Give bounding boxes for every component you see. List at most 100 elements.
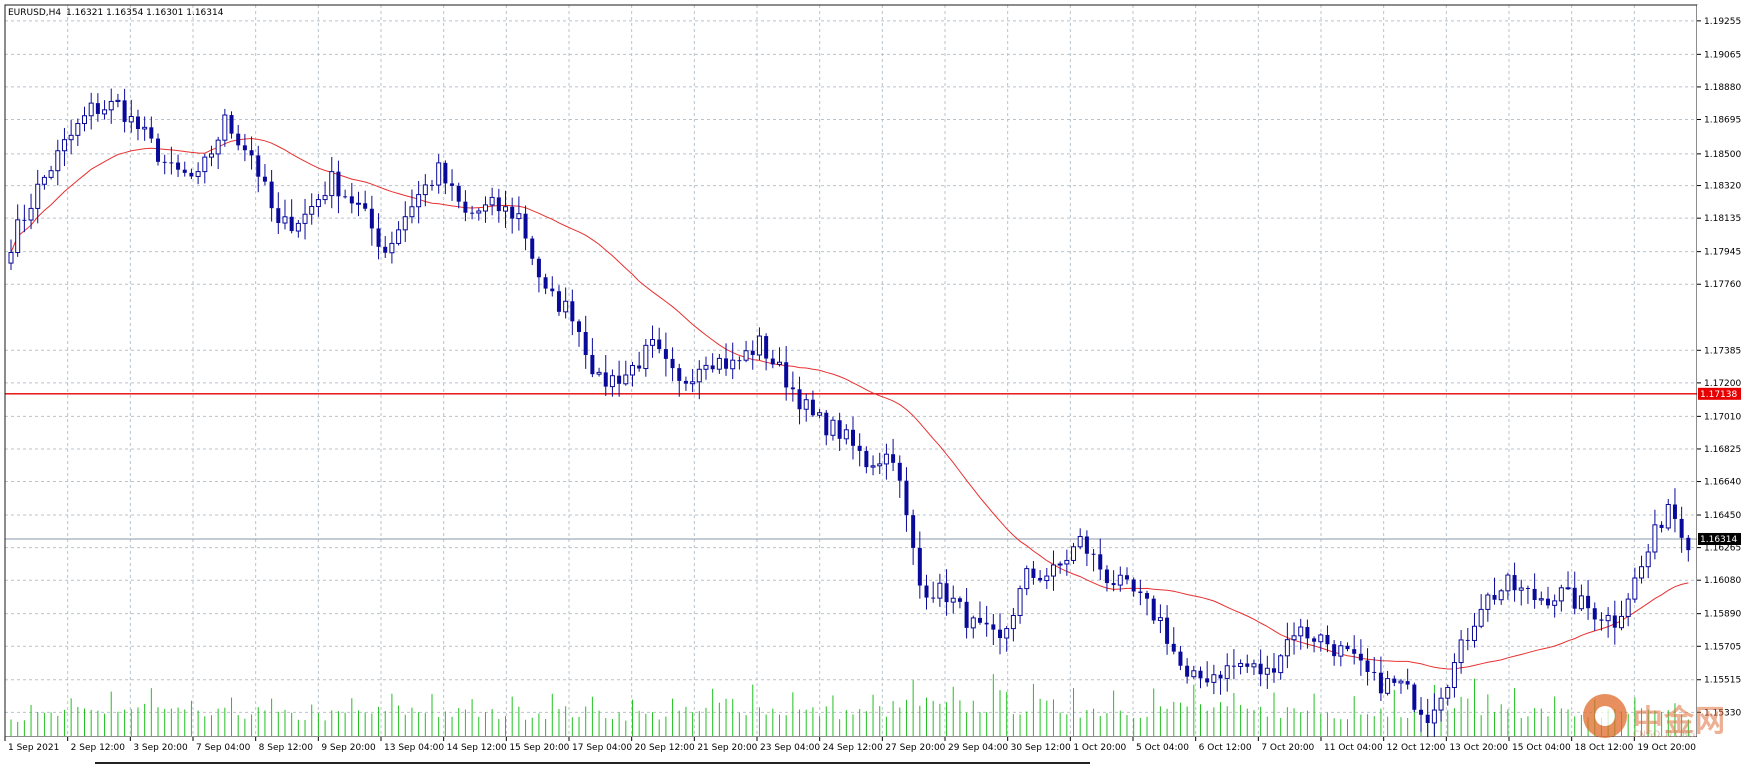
price-tick-label: 1.18320 [1704, 182, 1741, 192]
candle-body-down [1198, 670, 1203, 679]
price-chart[interactable]: 1.19255 1.19065 1.18880 1.18695 1.18500 1.183… [0, 0, 1741, 765]
candle-body-down [450, 183, 455, 186]
candle-body-down [911, 515, 916, 548]
candle-body-down [1352, 649, 1357, 654]
price-tick-label: 1.17945 [1704, 248, 1741, 258]
candle-body-down [917, 547, 922, 586]
candle-body-down [977, 617, 982, 623]
candle-body-up [35, 183, 41, 209]
candle-body-up [1291, 635, 1297, 641]
time-tick-label: 1 Oct 20:00 [1073, 743, 1126, 753]
candle-body-down [984, 622, 989, 625]
candle-body-down [1165, 617, 1170, 644]
candle-body-down [617, 375, 622, 384]
candle-body-down [750, 350, 755, 355]
time-tick-label: 20 Sep 12:00 [635, 743, 695, 753]
price-tick-label: 1.17010 [1704, 412, 1741, 422]
candle-body-up [1618, 615, 1624, 629]
current-price-tag: 1.16314 [1698, 532, 1741, 545]
candle-body-up [88, 102, 94, 117]
candle-body-up [756, 335, 762, 356]
time-tick-label: 23 Sep 04:00 [760, 743, 820, 753]
candle-body-down [998, 629, 1003, 639]
candle-body-down [797, 389, 802, 410]
candle-body-down [944, 583, 949, 603]
candle-body-up [776, 361, 782, 365]
candle-body-down [276, 208, 281, 224]
price-tick-label: 1.17200 [1704, 379, 1741, 389]
chart-window[interactable]: 1.19255 1.19065 1.18880 1.18695 1.18500 1.183… [0, 0, 1741, 765]
time-tick-label: 7 Sep 04:00 [196, 743, 251, 753]
time-tick-label: 15 Sep 20:00 [509, 743, 569, 753]
price-tick-label: 1.18695 [1704, 116, 1741, 126]
candle-body-down [637, 365, 642, 369]
candle-body-up [1498, 590, 1504, 601]
candle-body-down [663, 349, 668, 359]
candle-body-up [1478, 608, 1484, 627]
candle-body-up [55, 150, 61, 172]
price-tick-label: 1.19065 [1704, 50, 1741, 60]
candle-body-down [470, 212, 475, 214]
candle-body-up [482, 204, 488, 212]
candle-body-down [1365, 660, 1370, 672]
candle-body-up [1639, 566, 1645, 579]
candle-body-up [623, 374, 629, 385]
time-tick-label: 9 Sep 20:00 [321, 743, 376, 753]
candle-body-down [363, 203, 368, 209]
candle-body-up [1024, 568, 1030, 590]
candle-body-up [1264, 667, 1270, 675]
price-tick-label: 1.16825 [1704, 445, 1741, 455]
candle-body-up [1117, 574, 1123, 586]
candle-body-up [1605, 614, 1611, 622]
candle-body-down [1378, 672, 1383, 694]
candle-body-down [443, 162, 448, 184]
candle-body-up [1057, 563, 1063, 566]
time-tick-label: 14 Sep 12:00 [447, 743, 507, 753]
time-tick-label: 24 Sep 12:00 [823, 743, 883, 753]
time-tick-label: 5 Oct 04:00 [1136, 743, 1189, 753]
candle-body-down [1512, 575, 1517, 591]
candle-body-up [1565, 587, 1571, 590]
time-tick-label: 1 Sep 2021 [8, 743, 59, 753]
candle-body-down [22, 219, 27, 221]
candle-body-up [48, 170, 54, 178]
time-tick-label: 3 Sep 20:00 [133, 743, 188, 753]
candle-body-down [336, 171, 341, 197]
candle-body-down [1038, 577, 1043, 581]
candle-body-up [563, 300, 569, 313]
candle-body-down [1372, 671, 1377, 673]
candle-body-up [409, 206, 415, 218]
candle-body-up [222, 114, 228, 141]
candle-body-up [389, 242, 395, 254]
candle-body-up [730, 359, 736, 370]
candle-body-down [156, 138, 161, 162]
candle-body-down [1084, 536, 1089, 554]
candle-body-down [891, 454, 896, 463]
candle-body-up [295, 222, 301, 232]
candle-body-down [924, 585, 929, 598]
candle-body-down [1659, 524, 1664, 528]
candle-body-down [236, 133, 241, 146]
candle-body-up [202, 156, 208, 173]
candle-body-down [683, 380, 688, 384]
price-axis[interactable]: 1.19255 1.19065 1.18880 1.18695 1.18500 1.183… [1697, 5, 1741, 750]
candle-body-up [1251, 663, 1257, 668]
candle-body-up [1538, 598, 1544, 601]
candle-body-up [1077, 535, 1083, 548]
candle-body-down [1245, 663, 1250, 667]
candle-body-down [1419, 709, 1424, 715]
time-axis[interactable]: 1 Sep 2021 2 Sep 12:00 3 Sep 20:00 7 Sep 04… [0, 737, 1741, 765]
candle-body-up [396, 229, 402, 244]
candle-body-up [315, 199, 321, 208]
candle-body-down [1171, 643, 1176, 652]
candle-body-up [75, 123, 81, 136]
candle-body-up [1071, 546, 1077, 561]
candle-body-down [670, 358, 675, 369]
candle-body-down [1532, 588, 1537, 601]
candle-body-up [743, 350, 749, 361]
candle-body-up [1645, 551, 1651, 568]
candle-body-down [1091, 553, 1096, 555]
candle-body-down [176, 162, 181, 170]
candle-body-down [1599, 619, 1604, 621]
candle-body-down [570, 301, 575, 322]
